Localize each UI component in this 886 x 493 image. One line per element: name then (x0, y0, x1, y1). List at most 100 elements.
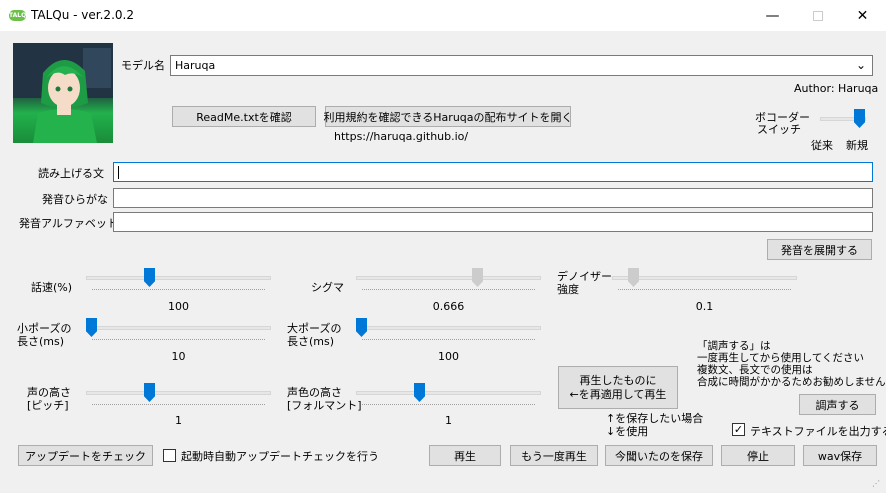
read-text-input[interactable] (113, 162, 873, 182)
small-pause-label-line1: 小ポーズの (17, 322, 72, 335)
pitch-label-line1: 声の高さ (27, 386, 71, 399)
minimize-icon: — (765, 7, 780, 24)
vocoder-left-label: 従来 (811, 139, 833, 152)
vocoder-thumb[interactable] (854, 109, 865, 128)
vocoder-right-label: 新規 (846, 139, 868, 152)
tune-note-line4: 合成に時間がかかるためお勧めしません (697, 376, 886, 388)
large-pause-label-line2: 長さ(ms) (287, 335, 335, 348)
character-illustration (13, 43, 113, 143)
denoiser-track (612, 276, 797, 280)
tune-note: 「調声する」は 一度再生してから使用してください 複数文、長文での使用は 合成に… (697, 340, 886, 388)
close-icon: ✕ (856, 7, 869, 24)
sigma-slider[interactable] (356, 266, 541, 294)
check-update-button[interactable]: アップデートをチェック (18, 445, 153, 466)
reapply-line1: 再生したものに (579, 373, 657, 387)
speed-value: 100 (168, 300, 189, 313)
small-pause-thumb[interactable] (86, 318, 97, 337)
maximize-icon (812, 10, 823, 21)
expand-pronunciation-button[interactable]: 発音を展開する (767, 239, 872, 260)
formant-slider[interactable] (356, 381, 541, 409)
small-pause-track (86, 326, 271, 330)
window-title: TALQu - ver.2.0.2 (31, 8, 134, 22)
app-icon: TALQu (9, 10, 31, 21)
tune-note-line2: 一度再生してから使用してください (697, 352, 865, 364)
model-select[interactable]: Haruqa ⌄ (170, 55, 873, 76)
text-cursor (118, 166, 119, 179)
large-pause-label: 大ポーズの 長さ(ms) (287, 322, 341, 348)
small-pause-slider[interactable] (86, 316, 271, 344)
small-pause-label: 小ポーズの 長さ(ms) (17, 322, 71, 348)
speed-ticks (92, 289, 265, 292)
replay-button[interactable]: もう一度再生 (510, 445, 598, 466)
denoiser-value: 0.1 (695, 300, 714, 313)
hiragana-label: 発音ひらがな (42, 193, 108, 206)
large-pause-track (356, 326, 541, 330)
pitch-label: 声の高さ [ピッチ] (27, 386, 71, 412)
stop-button[interactable]: 停止 (721, 445, 795, 466)
model-label: モデル名 (121, 59, 165, 72)
save-hint-line1: ↑を保存したい場合 (606, 412, 704, 425)
large-pause-value: 100 (438, 350, 459, 363)
minimize-button[interactable]: — (750, 0, 795, 31)
tune-button[interactable]: 調声する (799, 394, 876, 415)
pitch-thumb[interactable] (144, 383, 155, 402)
sigma-label: シグマ (311, 281, 344, 294)
formant-ticks (362, 404, 535, 407)
alphabet-input[interactable] (113, 212, 873, 232)
formant-track (356, 391, 541, 395)
sigma-thumb[interactable] (472, 268, 483, 287)
speed-track (86, 276, 271, 280)
play-button[interactable]: 再生 (429, 445, 501, 466)
denoiser-ticks (618, 289, 791, 292)
site-url: https://haruqa.github.io/ (334, 130, 469, 143)
close-button[interactable]: ✕ (840, 0, 885, 31)
chevron-down-icon: ⌄ (855, 58, 866, 72)
denoiser-label-line1: デノイザー (557, 270, 612, 283)
pitch-slider[interactable] (86, 381, 271, 409)
small-pause-label-line2: 長さ(ms) (17, 335, 65, 348)
pitch-track (86, 391, 271, 395)
read-text-label: 読み上げる文 (38, 167, 104, 180)
resize-grip-icon[interactable]: ⋰ (872, 479, 882, 489)
formant-label-line1: 声色の高さ (287, 386, 342, 399)
small-pause-value: 10 (171, 350, 186, 363)
tune-note-line3: 複数文、長文での使用は (697, 364, 813, 376)
reapply-play-button[interactable]: 再生したものに ←を再適用して再生 (558, 366, 678, 409)
vocoder-switch[interactable] (820, 107, 866, 135)
denoiser-slider[interactable] (612, 266, 797, 294)
denoiser-label-line2: 強度 (557, 283, 579, 296)
text-file-checkbox[interactable]: ✓ (732, 423, 745, 436)
formant-thumb[interactable] (414, 383, 425, 402)
save-hint-line2: ↓を使用 (606, 425, 649, 438)
license-site-button[interactable]: 利用規約を確認できるHaruqaの配布サイトを開く (324, 106, 573, 127)
save-last-button[interactable]: 今聞いたのを保存 (605, 445, 713, 466)
formant-value: 1 (445, 414, 452, 427)
large-pause-label-line1: 大ポーズの (287, 322, 342, 335)
character-avatar (13, 43, 113, 143)
sigma-track (356, 276, 541, 280)
vocoder-label-line2: スイッチ (757, 123, 801, 136)
save-hint: ↑を保存したい場合 ↓を使用 (606, 412, 703, 438)
speed-label: 話速(%) (31, 281, 73, 294)
tune-note-line1: 「調声する」は (697, 340, 771, 352)
pitch-label-line2: [ピッチ] (27, 399, 69, 412)
auto-update-checkbox[interactable] (163, 449, 176, 462)
formant-label: 声色の高さ [フォルマント] (287, 386, 362, 412)
sigma-ticks (362, 289, 535, 292)
small-pause-ticks (92, 339, 265, 342)
reapply-line2: ←を再適用して再生 (569, 387, 667, 401)
speed-slider[interactable] (86, 266, 271, 294)
denoiser-thumb[interactable] (628, 268, 639, 287)
maximize-button[interactable] (795, 0, 840, 31)
auto-update-label: 起動時自動アップデートチェックを行う (181, 450, 379, 463)
speed-thumb[interactable] (144, 268, 155, 287)
large-pause-thumb[interactable] (356, 318, 367, 337)
wav-save-button[interactable]: wav保存 (803, 445, 877, 466)
readme-button[interactable]: ReadMe.txtを確認 (172, 106, 316, 127)
denoiser-label: デノイザー 強度 (557, 270, 612, 296)
pitch-value: 1 (175, 414, 182, 427)
large-pause-ticks (362, 339, 535, 342)
large-pause-slider[interactable] (356, 316, 541, 344)
hiragana-input[interactable] (113, 188, 873, 208)
vocoder-label: ボコーダー スイッチ (755, 112, 810, 136)
